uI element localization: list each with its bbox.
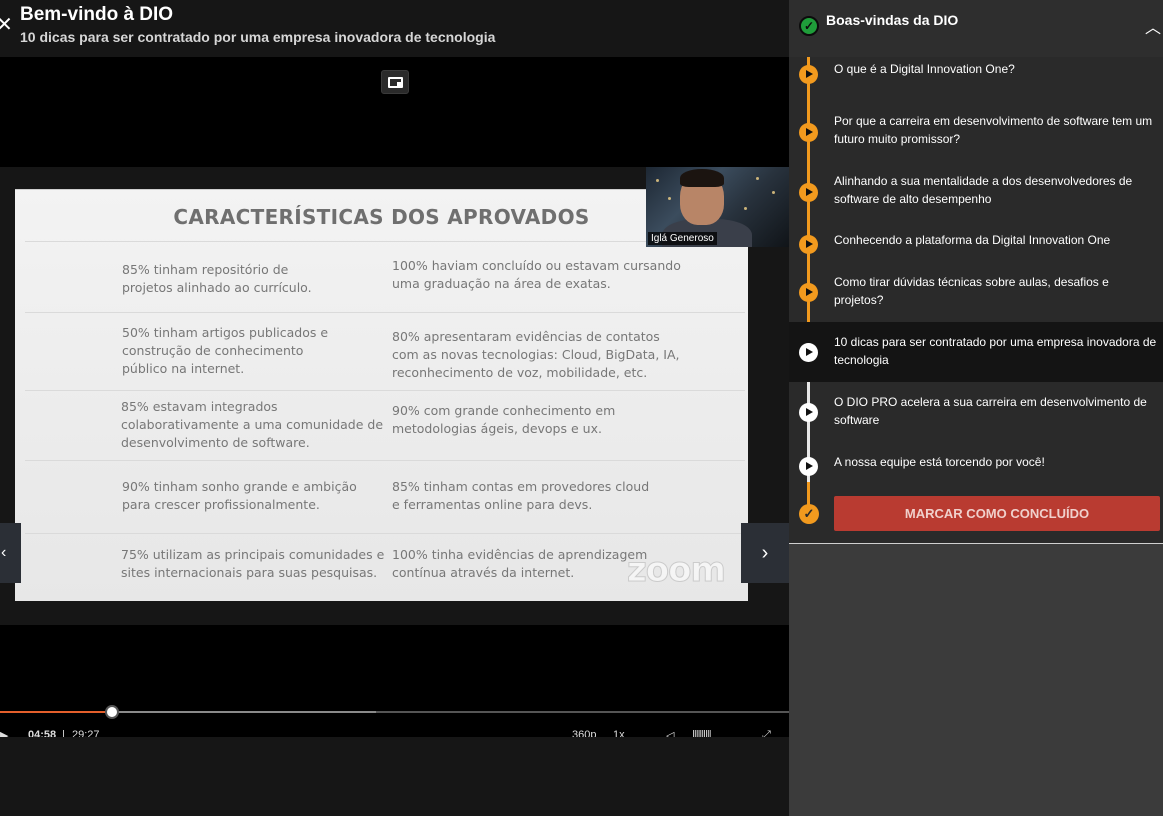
lesson-label: Alinhando a sua mentalidade a dos desenv… [834, 174, 1133, 206]
lesson-item[interactable]: Como tirar dúvidas técnicas sobre aulas,… [789, 265, 1163, 325]
volume-icon[interactable]: ◁ [666, 729, 674, 737]
slide-item-right-5: 100% tinha evidências de aprendizagem co… [392, 547, 648, 580]
quality-selector[interactable]: 360p [572, 729, 596, 737]
slide-item-left-5: 75% utilizam as principais comunidades e… [121, 547, 385, 580]
zoom-watermark: zoom [627, 550, 727, 591]
video-player[interactable]: CARACTERÍSTICAS DOS APROVADOS 85% tinham… [0, 57, 789, 737]
total-time: 29:27 [72, 729, 100, 737]
picture-in-picture-icon [388, 77, 403, 88]
progress-handle[interactable] [105, 705, 120, 719]
speed-selector[interactable]: 1x [613, 729, 625, 737]
lesson-item[interactable]: Por que a carreira em desenvolvimento de… [789, 109, 1163, 169]
chevron-right-icon: › [761, 542, 769, 564]
presentation-slide: CARACTERÍSTICAS DOS APROVADOS 85% tinham… [15, 189, 748, 601]
play-circle-icon [799, 343, 818, 362]
volume-slider[interactable]: |||||||||| [692, 729, 712, 737]
video-progress-bar[interactable] [0, 705, 789, 719]
slide-item-right-2: 80% apresentaram evidências de contatos … [392, 329, 680, 380]
lesson-sidebar: ✓ Boas-vindas da DIO ︿ O que é a Digital… [789, 0, 1163, 816]
lesson-list: O que é a Digital Innovation One? Por qu… [789, 57, 1163, 544]
slide-divider [25, 533, 745, 534]
slide-item-left-3: 85% estavam integrados colaborativamente… [121, 399, 384, 450]
lesson-item[interactable]: A nossa equipe está torcendo por você! [789, 442, 1163, 502]
slide-item-left-4: 90% tinham sonho grande e ambição para c… [122, 479, 357, 512]
play-circle-icon [799, 65, 818, 84]
lesson-item-current[interactable]: 10 dicas para ser contratado por uma emp… [789, 322, 1163, 382]
slide-item-left-1: 85% tinham repositório de projetos alinh… [122, 262, 312, 295]
video-frame: CARACTERÍSTICAS DOS APROVADOS 85% tinham… [0, 167, 789, 625]
chevron-left-icon: ‹ [1, 544, 7, 561]
module-title: Boas-vindas da DIO [826, 12, 959, 28]
check-circle-icon: ✓ [799, 16, 819, 36]
slide-divider [25, 241, 745, 242]
fullscreen-icon[interactable]: ⤢ [762, 729, 771, 737]
lesson-label: O que é a Digital Innovation One? [834, 62, 1015, 76]
slide-item-right-1: 100% haviam concluído ou estavam cursand… [392, 258, 681, 291]
speaker-name: Iglá Generoso [648, 232, 717, 245]
lesson-label: 10 dicas para ser contratado por uma emp… [834, 335, 1157, 367]
play-circle-icon [799, 403, 818, 422]
next-lesson-button[interactable]: › [741, 523, 789, 583]
lesson-label: Por que a carreira em desenvolvimento de… [834, 114, 1153, 146]
time-separator: | [62, 729, 65, 737]
picture-in-picture-button[interactable] [381, 70, 409, 94]
slide-divider [25, 312, 745, 313]
course-title: Bem-vindo à DIO [20, 4, 174, 25]
lesson-item[interactable]: Alinhando a sua mentalidade a dos desenv… [789, 169, 1163, 229]
play-icon[interactable]: ▶ [0, 729, 8, 737]
progress-played [0, 711, 113, 713]
play-circle-icon [799, 183, 818, 202]
video-header: ✕ Bem-vindo à DIO 10 dicas para ser cont… [0, 0, 789, 57]
player-controls: ▶ 04:58 | 29:27 360p 1x ◁ |||||||||| ⤢ [0, 724, 789, 737]
lesson-label: A nossa equipe está torcendo por você! [834, 455, 1045, 469]
lesson-label: Como tirar dúvidas técnicas sobre aulas,… [834, 275, 1109, 307]
lesson-title: 10 dicas para ser contratado por uma emp… [20, 29, 496, 45]
mark-complete-button[interactable]: MARCAR COMO CONCLUÍDO [834, 496, 1160, 531]
lesson-item[interactable]: O que é a Digital Innovation One? [789, 49, 1163, 109]
previous-lesson-button[interactable]: ‹ [0, 523, 21, 583]
current-time: 04:58 [28, 729, 57, 737]
check-circle-icon: ✓ [799, 504, 819, 524]
play-circle-icon [799, 235, 818, 254]
slide-divider [25, 390, 745, 391]
slide-divider [25, 460, 745, 461]
slide-item-right-4: 85% tinham contas em provedores cloud e … [392, 479, 650, 512]
play-circle-icon [799, 457, 818, 476]
lesson-label: O DIO PRO acelera a sua carreira em dese… [834, 395, 1147, 427]
slide-item-left-2: 50% tinham artigos publicados e construç… [122, 325, 329, 376]
slide-item-right-3: 90% com grande conhecimento em metodolog… [392, 403, 616, 436]
slide-title: CARACTERÍSTICAS DOS APROVADOS [173, 205, 590, 229]
play-circle-icon [799, 123, 818, 142]
play-circle-icon [799, 283, 818, 302]
lesson-item[interactable]: O DIO PRO acelera a sua carreira em dese… [789, 382, 1163, 442]
speaker-webcam: Iglá Generoso [646, 167, 789, 247]
chevron-up-icon[interactable]: ︿ [1145, 14, 1161, 38]
lesson-label: Conhecendo a plataforma da Digital Innov… [834, 233, 1111, 247]
close-icon[interactable]: ✕ [0, 12, 13, 38]
